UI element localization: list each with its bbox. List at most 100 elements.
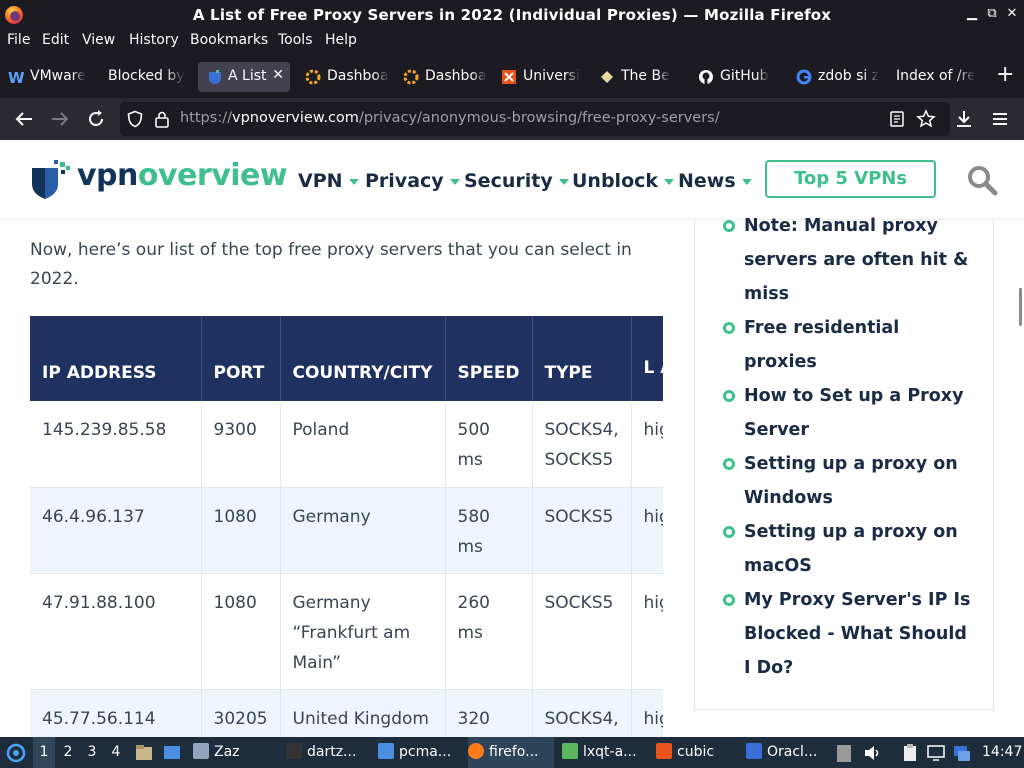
show-desktop-icon[interactable]	[162, 743, 182, 763]
cell-port: 1080	[201, 573, 281, 690]
nav-news[interactable]: News	[678, 170, 752, 192]
menu-view[interactable]: View	[82, 32, 115, 48]
hamburger-menu-icon[interactable]	[988, 107, 1012, 131]
reload-icon[interactable]	[84, 107, 108, 131]
reader-view-icon[interactable]	[888, 110, 906, 128]
cell-country: Germany	[280, 487, 446, 574]
header-type: TYPE	[532, 316, 632, 401]
bullet-icon	[723, 458, 735, 470]
task-lxqt[interactable]: lxqt-a...	[562, 737, 646, 768]
site-logo[interactable]: vpnoverview	[77, 158, 288, 193]
university-icon	[502, 70, 516, 84]
chevron-down-icon	[664, 178, 675, 185]
cell-port: 9300	[201, 401, 281, 488]
svg-text:W: W	[8, 69, 24, 85]
window-title: A List of Free Proxy Servers in 2022 (In…	[192, 6, 832, 24]
shield-icon[interactable]	[126, 110, 144, 128]
nav-privacy[interactable]: Privacy	[365, 170, 460, 192]
workspace-2[interactable]: 2	[57, 737, 79, 768]
url-bar[interactable]: https://vpnoverview.com/privacy/anonymou…	[120, 102, 950, 136]
menu-file[interactable]: File	[7, 32, 30, 48]
file-manager-icon[interactable]	[134, 743, 154, 763]
top-5-vpns-button[interactable]: Top 5 VPNs	[765, 160, 936, 198]
workspace-1[interactable]: 1	[33, 737, 55, 768]
bullet-icon	[723, 322, 735, 334]
task-oracle[interactable]: Oracl...	[746, 737, 828, 768]
task-dartz[interactable]: dartz...	[286, 737, 372, 768]
start-menu-icon[interactable]	[6, 743, 26, 763]
menu-edit[interactable]: Edit	[42, 32, 69, 48]
nav-unblock[interactable]: Unblock	[572, 170, 675, 192]
downloads-icon[interactable]	[952, 107, 976, 131]
table-row: 47.91.88.100 1080 Germany “Frankfurt am …	[30, 573, 663, 690]
restore-button[interactable]: ⧉	[982, 4, 1002, 24]
task-firefox[interactable]: firefo...	[468, 737, 554, 768]
menu-bookmarks[interactable]: Bookmarks	[190, 32, 268, 48]
display-icon[interactable]	[926, 743, 946, 763]
tab-a-list[interactable]: A List ✕	[198, 62, 290, 92]
tab-github[interactable]: GitHub	[698, 62, 780, 92]
tab-index-of[interactable]: Index of /re	[874, 62, 974, 92]
lock-icon[interactable]	[154, 110, 170, 128]
menu-tools[interactable]: Tools	[278, 32, 313, 48]
network-icon[interactable]	[952, 743, 972, 763]
menu-bar: File Edit View History Bookmarks Tools H…	[0, 30, 1024, 54]
cell-ip: 45.77.56.114	[30, 689, 202, 737]
vmware-icon: W	[8, 69, 24, 85]
tab-bar: W VMware Blocked by A List ✕ Dashboa Das…	[0, 54, 1024, 98]
cell-type: SOCKS5	[532, 573, 632, 690]
task-zaz[interactable]: Zaz	[193, 737, 273, 768]
tab-google-search[interactable]: zdob si z	[796, 62, 878, 92]
tab-blocked[interactable]: Blocked by	[86, 62, 184, 92]
bullet-icon	[723, 526, 735, 538]
cell-port: 30205	[201, 689, 281, 737]
forward-icon[interactable]	[48, 107, 72, 131]
proxy-table-container[interactable]: IP ADDRESS PORT COUNTRY/CITY SPEED TYPE …	[30, 316, 663, 737]
header-ip-address: IP ADDRESS	[30, 316, 202, 401]
url-text[interactable]: https://vpnoverview.com/privacy/anonymou…	[180, 110, 720, 126]
menu-help[interactable]: Help	[325, 32, 357, 48]
menu-history[interactable]: History	[129, 32, 179, 48]
minimize-button[interactable]: ▁	[962, 4, 982, 24]
volume-icon[interactable]	[862, 743, 882, 763]
table-row: 46.4.96.137 1080 Germany 580 ms SOCKS5 h…	[30, 487, 663, 574]
close-tab-icon[interactable]: ✕	[272, 67, 284, 83]
bookmark-star-icon[interactable]	[916, 109, 936, 129]
nav-security[interactable]: Security	[464, 170, 569, 192]
tab-dashboard-2[interactable]: Dashboa	[403, 62, 485, 92]
vpnoverview-logo-icon[interactable]	[30, 160, 72, 200]
cell-port: 1080	[201, 487, 281, 574]
new-tab-button[interactable]: +	[992, 62, 1018, 92]
cell-speed: 260 ms	[445, 573, 533, 690]
cell-anonymity: hig	[631, 573, 663, 690]
grafana-icon	[403, 69, 419, 85]
chevron-down-icon	[449, 178, 460, 185]
clock[interactable]: 14:47	[982, 737, 1022, 768]
header-anonymity: L AN	[631, 316, 663, 401]
window-icon	[193, 743, 209, 759]
clipboard-manager-icon[interactable]	[900, 743, 920, 763]
nav-vpn[interactable]: VPN	[298, 170, 359, 192]
workspace-3[interactable]: 3	[81, 737, 103, 768]
page-scrollbar[interactable]	[1019, 288, 1022, 326]
tab-vmware[interactable]: W VMware	[8, 62, 90, 92]
tab-dashboard-1[interactable]: Dashboa	[305, 62, 387, 92]
terminal-icon	[286, 743, 302, 759]
page-icon	[601, 71, 613, 83]
tab-university[interactable]: Universi	[501, 62, 583, 92]
close-window-button[interactable]: ✕	[1002, 4, 1022, 24]
firefox-icon	[468, 743, 484, 759]
clipboard-tray-icon[interactable]	[836, 743, 852, 763]
table-row: 45.77.56.114 30205 United Kingdom 320 SO…	[30, 689, 663, 737]
table-header-row: IP ADDRESS PORT COUNTRY/CITY SPEED TYPE …	[30, 316, 663, 401]
cell-type: SOCKS4, SOCKS5	[532, 401, 632, 488]
cell-ip: 47.91.88.100	[30, 573, 202, 690]
task-pcma[interactable]: pcma...	[378, 737, 462, 768]
table-row: 145.239.85.58 9300 Poland 500 ms SOCKS4,…	[30, 401, 663, 488]
tab-the-best[interactable]: The Be	[599, 62, 681, 92]
vpnoverview-icon	[209, 70, 221, 84]
search-icon[interactable]	[966, 164, 998, 196]
task-cubic[interactable]: cubic	[656, 737, 736, 768]
back-icon[interactable]	[12, 107, 36, 131]
workspace-4[interactable]: 4	[105, 737, 127, 768]
